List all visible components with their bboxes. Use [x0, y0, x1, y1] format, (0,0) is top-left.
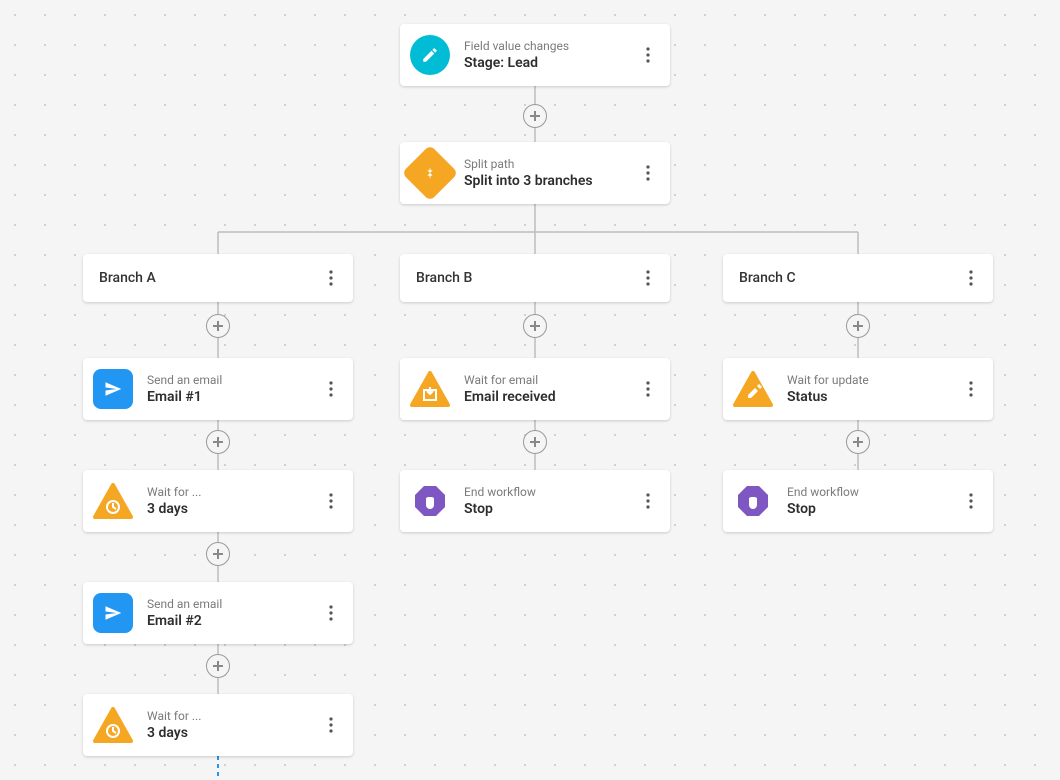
node-main: 3 days — [147, 725, 313, 741]
add-step-button[interactable] — [846, 314, 870, 338]
more-icon[interactable] — [636, 266, 660, 290]
node-main: Email #2 — [147, 613, 313, 629]
more-icon[interactable] — [319, 713, 343, 737]
branch-b-end[interactable]: End workflow Stop — [400, 470, 670, 532]
split-main: Split into 3 branches — [464, 173, 630, 189]
more-icon[interactable] — [636, 489, 660, 513]
branch-b-header[interactable]: Branch B — [400, 254, 670, 302]
split-icon — [410, 153, 450, 193]
clock-triangle-icon — [93, 481, 133, 521]
node-text: End workflow Stop — [787, 485, 953, 517]
node-label: Send an email — [147, 597, 313, 611]
node-text: Wait for email Email received — [464, 373, 630, 405]
more-icon[interactable] — [636, 377, 660, 401]
more-icon[interactable] — [319, 377, 343, 401]
more-icon[interactable] — [319, 266, 343, 290]
add-step-button[interactable] — [846, 430, 870, 454]
node-text: Send an email Email #1 — [147, 373, 313, 405]
node-text: Wait for update Status — [787, 373, 953, 405]
add-step-button[interactable] — [523, 104, 547, 128]
node-main: Stop — [787, 501, 953, 517]
trigger-node[interactable]: Field value changes Stage: Lead — [400, 24, 670, 86]
split-text: Split path Split into 3 branches — [464, 157, 630, 189]
add-step-button[interactable] — [206, 314, 230, 338]
branch-c-header[interactable]: Branch C — [723, 254, 993, 302]
add-step-button[interactable] — [206, 430, 230, 454]
split-label: Split path — [464, 157, 630, 171]
stop-icon — [733, 481, 773, 521]
node-main: Stop — [464, 501, 630, 517]
add-step-button[interactable] — [523, 430, 547, 454]
branch-a-title: Branch A — [93, 270, 313, 286]
node-label: End workflow — [464, 485, 630, 499]
node-text: Send an email Email #2 — [147, 597, 313, 629]
node-label: Wait for ... — [147, 709, 313, 723]
send-icon — [93, 593, 133, 633]
trigger-text: Field value changes Stage: Lead — [464, 39, 630, 71]
more-icon[interactable] — [319, 489, 343, 513]
clock-triangle-icon — [93, 705, 133, 745]
node-label: Send an email — [147, 373, 313, 387]
more-icon[interactable] — [636, 43, 660, 67]
pencil-icon — [410, 35, 450, 75]
more-icon[interactable] — [636, 161, 660, 185]
more-icon[interactable] — [959, 377, 983, 401]
branch-a-wait2[interactable]: Wait for ... 3 days — [83, 694, 353, 756]
branch-a-wait1[interactable]: Wait for ... 3 days — [83, 470, 353, 532]
add-step-button[interactable] — [523, 314, 547, 338]
node-label: Wait for update — [787, 373, 953, 387]
add-step-button[interactable] — [206, 654, 230, 678]
node-text: End workflow Stop — [464, 485, 630, 517]
branch-b-wait-email[interactable]: Wait for email Email received — [400, 358, 670, 420]
node-main: Email #1 — [147, 389, 313, 405]
branch-c-title: Branch C — [733, 270, 953, 286]
branch-a-email2[interactable]: Send an email Email #2 — [83, 582, 353, 644]
node-label: Wait for email — [464, 373, 630, 387]
node-main: Status — [787, 389, 953, 405]
send-icon — [93, 369, 133, 409]
node-label: Wait for ... — [147, 485, 313, 499]
node-text: Wait for ... 3 days — [147, 485, 313, 517]
branch-b-title: Branch B — [410, 270, 630, 286]
branch-a-email1[interactable]: Send an email Email #1 — [83, 358, 353, 420]
add-step-button[interactable] — [206, 542, 230, 566]
more-icon[interactable] — [959, 266, 983, 290]
inbox-triangle-icon — [410, 369, 450, 409]
more-icon[interactable] — [959, 489, 983, 513]
node-main: 3 days — [147, 501, 313, 517]
branch-c-end[interactable]: End workflow Stop — [723, 470, 993, 532]
stop-icon — [410, 481, 450, 521]
branch-a-header[interactable]: Branch A — [83, 254, 353, 302]
node-main: Email received — [464, 389, 630, 405]
split-node[interactable]: Split path Split into 3 branches — [400, 142, 670, 204]
node-text: Wait for ... 3 days — [147, 709, 313, 741]
trigger-label: Field value changes — [464, 39, 630, 53]
more-icon[interactable] — [319, 601, 343, 625]
trigger-main: Stage: Lead — [464, 55, 630, 71]
pencil-triangle-icon — [733, 369, 773, 409]
node-label: End workflow — [787, 485, 953, 499]
branch-c-wait-update[interactable]: Wait for update Status — [723, 358, 993, 420]
